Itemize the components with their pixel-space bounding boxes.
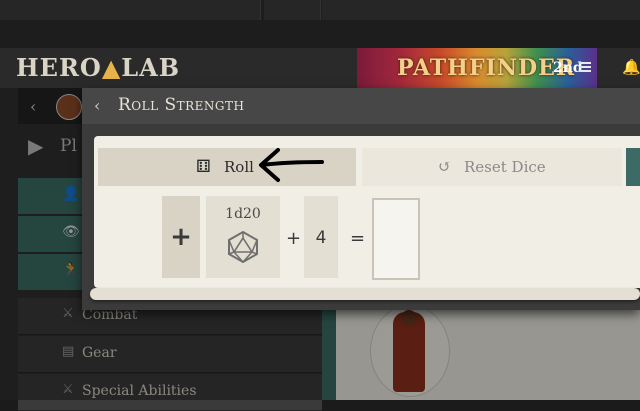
die-d20[interactable]: 1d20 (206, 196, 280, 278)
banner-title: PATHFINDER (397, 55, 576, 81)
sidebar-back-row[interactable]: ‹ (18, 88, 82, 124)
top-toolbar (0, 0, 640, 48)
crossed-swords-icon: ⚔ (62, 306, 74, 321)
sidebar-item-label: Gear (82, 345, 117, 361)
modal-title: Roll Strength (118, 95, 245, 115)
d20-icon (228, 230, 258, 264)
sidebar-item-gear[interactable]: ▤ Gear (18, 336, 322, 373)
flame-icon: ▲ (101, 53, 122, 82)
person-icon: 👤 (62, 186, 80, 202)
modifier-number: 4 (315, 228, 327, 248)
teal-accent (626, 148, 640, 186)
character-figure (393, 310, 425, 392)
add-die-button[interactable]: + (162, 196, 200, 278)
avatar[interactable] (56, 94, 82, 120)
dice-icon: ⚅ (196, 157, 211, 177)
sidebar-item-person[interactable]: 👤 (18, 178, 82, 214)
content-divider (322, 300, 336, 400)
character-portrait[interactable] (370, 305, 450, 397)
sidebar-item-movement[interactable]: 🏃 (18, 254, 82, 290)
sidebar-item-label: Special Abilities (82, 383, 197, 399)
modifier-value[interactable]: 4 (304, 196, 338, 278)
logo-right: LAB (121, 53, 181, 82)
bell-icon[interactable]: 🔔 (622, 58, 640, 76)
pathfinder-banner[interactable]: PATHFINDER 2nd (357, 48, 597, 88)
chevron-left-icon[interactable]: ‹ (94, 96, 100, 115)
sidebar-item-view[interactable]: 👁 (18, 216, 82, 252)
logo-left: HERO (16, 53, 102, 82)
undo-icon: ↺ (438, 157, 452, 176)
plus-operator: + (286, 228, 302, 249)
roll-button-label: Roll (224, 158, 254, 176)
reset-dice-label: Reset Dice (464, 158, 546, 176)
hand-drawn-arrow-annotation (259, 148, 324, 182)
running-figure-icon: 🏃 (62, 262, 80, 278)
die-label: 1d20 (225, 206, 261, 222)
toolbar-segment (322, 0, 640, 20)
scroll-edge (90, 288, 640, 300)
sidebar-item-special-abilities[interactable]: ⚔ Special Abilities (18, 374, 322, 411)
play-icon[interactable]: ▶ (28, 134, 43, 158)
eye-icon: 👁 (62, 224, 80, 240)
sidebar-title: Pl (60, 136, 77, 156)
roll-result (372, 198, 420, 280)
reset-dice-button[interactable]: ↺ Reset Dice (362, 148, 622, 186)
toolbar-segment (0, 0, 261, 20)
backpack-icon: ▤ (62, 344, 75, 359)
roll-modal: ‹ Roll Strength ⚅ Roll ↺ Reset Dice + 1d… (82, 88, 640, 310)
menu-icon[interactable] (578, 60, 592, 74)
herolab-logo: HERO▲LAB (16, 53, 180, 82)
equals-operator: = (350, 228, 366, 249)
modal-header: ‹ Roll Strength (82, 88, 640, 124)
crossed-swords-icon: ⚔ (62, 382, 74, 397)
chevron-left-icon[interactable]: ‹ (30, 97, 36, 116)
toolbar-segment (264, 0, 321, 20)
